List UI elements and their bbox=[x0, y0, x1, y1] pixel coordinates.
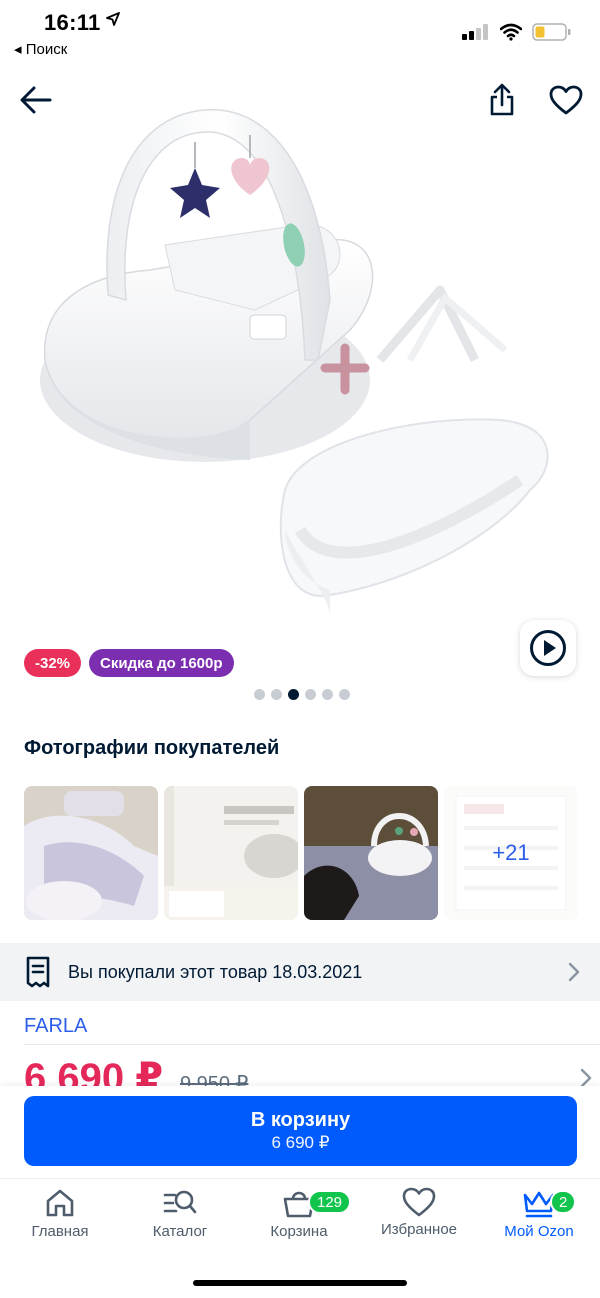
tab-label: Каталог bbox=[152, 1223, 208, 1240]
customer-photos-more[interactable]: +21 bbox=[444, 786, 578, 920]
product-image[interactable] bbox=[0, 60, 600, 640]
gallery-pagination bbox=[254, 689, 350, 700]
home-icon bbox=[46, 1189, 74, 1217]
brand-link[interactable]: FARLA bbox=[24, 1015, 87, 1038]
back-to-app-link[interactable]: ◂ Поиск bbox=[14, 40, 67, 58]
add-to-cart-bar: В корзину 6 690 ₽ bbox=[0, 1086, 600, 1178]
status-bar: 16:11 ◂ Поиск bbox=[0, 0, 600, 66]
play-video-button[interactable] bbox=[520, 620, 576, 676]
tab-label: Мой Ozon bbox=[504, 1223, 574, 1240]
price-row[interactable]: 6 690 ₽ 9 950 ₽ bbox=[24, 1054, 600, 1086]
chevron-right-icon bbox=[568, 962, 580, 982]
gallery-dot[interactable] bbox=[271, 689, 282, 700]
location-arrow-icon bbox=[106, 12, 120, 31]
divider bbox=[24, 1044, 600, 1045]
receipt-icon bbox=[26, 956, 50, 988]
cart-count-badge: 129 bbox=[308, 1190, 352, 1214]
discount-badge: -32% bbox=[24, 649, 82, 677]
gallery-dot[interactable] bbox=[339, 689, 350, 700]
old-price: 9 950 ₽ bbox=[180, 1073, 249, 1086]
wifi-icon bbox=[499, 23, 523, 46]
status-time: 16:11 bbox=[44, 10, 101, 35]
gallery-dot[interactable] bbox=[305, 689, 316, 700]
tab-label: Избранное bbox=[380, 1221, 458, 1238]
tab-home[interactable]: Главная bbox=[5, 1187, 115, 1247]
customer-photos-row: +21 bbox=[24, 786, 578, 920]
more-photos-label: +21 bbox=[444, 786, 578, 920]
tab-cart[interactable]: Корзина 129 bbox=[244, 1187, 354, 1247]
chevron-right-icon bbox=[580, 1068, 592, 1086]
play-icon bbox=[530, 630, 566, 666]
add-to-cart-price: 6 690 ₽ bbox=[271, 1133, 330, 1152]
tab-label: Корзина bbox=[270, 1223, 328, 1240]
cellular-signal-icon bbox=[462, 24, 490, 45]
tab-my-ozon[interactable]: Мой Ozon 2 bbox=[484, 1187, 594, 1247]
add-to-cart-label: В корзину bbox=[250, 1109, 351, 1131]
purchase-history-text: Вы покупали этот товар 18.03.2021 bbox=[68, 961, 363, 982]
tab-catalog[interactable]: Каталог bbox=[125, 1187, 235, 1247]
gallery-dot[interactable] bbox=[322, 689, 333, 700]
current-price: 6 690 ₽ bbox=[24, 1056, 164, 1086]
tab-label: Главная bbox=[31, 1223, 89, 1240]
heart-icon bbox=[402, 1187, 436, 1217]
purchase-history-banner[interactable]: Вы покупали этот товар 18.03.2021 bbox=[0, 943, 600, 1001]
customer-photo[interactable] bbox=[24, 786, 158, 920]
catalog-icon bbox=[163, 1190, 197, 1214]
gallery-dot[interactable] bbox=[254, 689, 265, 700]
gallery-dot-active[interactable] bbox=[288, 689, 299, 700]
battery-icon bbox=[532, 22, 572, 47]
customer-photo[interactable] bbox=[304, 786, 438, 920]
customer-photos-title: Фотографии покупателей bbox=[24, 737, 280, 759]
customer-photo[interactable] bbox=[164, 786, 298, 920]
add-to-cart-button[interactable]: В корзину 6 690 ₽ bbox=[24, 1096, 577, 1166]
product-badges: -32% Скидка до 1600р bbox=[24, 649, 234, 677]
promo-badge[interactable]: Скидка до 1600р bbox=[89, 649, 234, 677]
home-indicator bbox=[193, 1280, 407, 1286]
profile-count-badge: 2 bbox=[550, 1190, 577, 1214]
tab-favorites[interactable]: Избранное bbox=[364, 1187, 474, 1247]
